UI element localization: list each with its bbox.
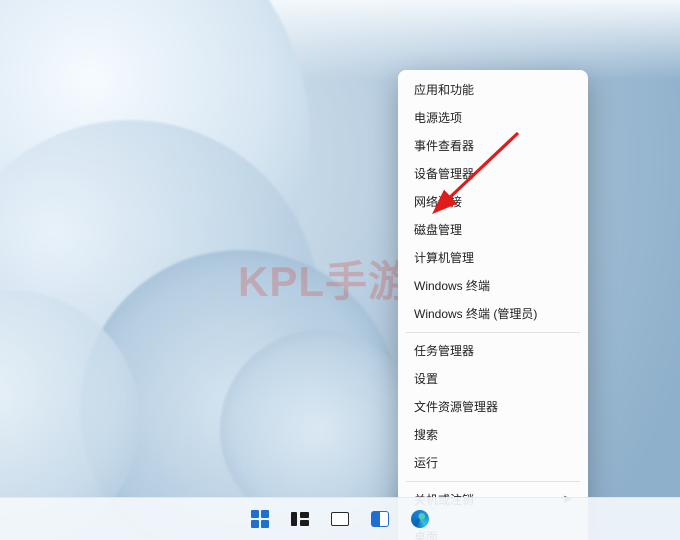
menu-item-label: 文件资源管理器: [414, 399, 498, 415]
menu-item[interactable]: 网络连接: [398, 188, 588, 216]
taskbar: [0, 497, 680, 540]
menu-item-label: 网络连接: [414, 194, 462, 210]
menu-item[interactable]: 应用和功能: [398, 76, 588, 104]
winx-context-menu[interactable]: 应用和功能电源选项事件查看器设备管理器网络连接磁盘管理计算机管理 Windows …: [398, 70, 588, 540]
menu-item[interactable]: Windows 终端 (管理员): [398, 300, 588, 328]
menu-item-label: 应用和功能: [414, 82, 474, 98]
start-button[interactable]: [247, 506, 273, 532]
menu-item[interactable]: 事件查看器: [398, 132, 588, 160]
menu-item-label: Windows 终端: [414, 278, 490, 294]
menu-item-label: 电源选项: [414, 110, 462, 126]
edge-button[interactable]: [407, 506, 433, 532]
menu-item-label: Windows 终端 (管理员): [414, 306, 537, 322]
menu-item[interactable]: 设备管理器: [398, 160, 588, 188]
widgets-icon: [371, 511, 389, 527]
window-box-icon: [331, 512, 349, 526]
menu-item-label: 计算机管理: [414, 250, 474, 266]
menu-item[interactable]: 搜索: [398, 421, 588, 449]
menu-item[interactable]: 计算机管理: [398, 244, 588, 272]
edge-icon: [411, 510, 429, 528]
menu-item-label: 搜索: [414, 427, 438, 443]
menu-separator: [406, 481, 580, 482]
menu-item-label: 事件查看器: [414, 138, 474, 154]
menu-item[interactable]: 任务管理器: [398, 337, 588, 365]
menu-item-label: 任务管理器: [414, 343, 474, 359]
menu-item-label: 运行: [414, 455, 438, 471]
desktop: KPL手游 应用和功能电源选项事件查看器设备管理器网络连接磁盘管理计算机管理Wi…: [0, 0, 680, 540]
menu-item[interactable]: 运行: [398, 449, 588, 477]
menu-item-label: 设置: [414, 371, 438, 387]
menu-item[interactable]: 设置: [398, 365, 588, 393]
menu-item[interactable]: 电源选项: [398, 104, 588, 132]
menu-separator: [406, 332, 580, 333]
menu-item[interactable]: Windows 终端: [398, 272, 588, 300]
taskbar-app-button[interactable]: [327, 506, 353, 532]
menu-item[interactable]: 磁盘管理: [398, 216, 588, 244]
task-view-button[interactable]: [287, 506, 313, 532]
menu-item-label: 设备管理器: [414, 166, 474, 182]
menu-item-label: 磁盘管理: [414, 222, 462, 238]
task-view-icon: [291, 512, 309, 526]
widgets-button[interactable]: [367, 506, 393, 532]
windows-logo-icon: [251, 510, 269, 528]
menu-item[interactable]: 文件资源管理器: [398, 393, 588, 421]
